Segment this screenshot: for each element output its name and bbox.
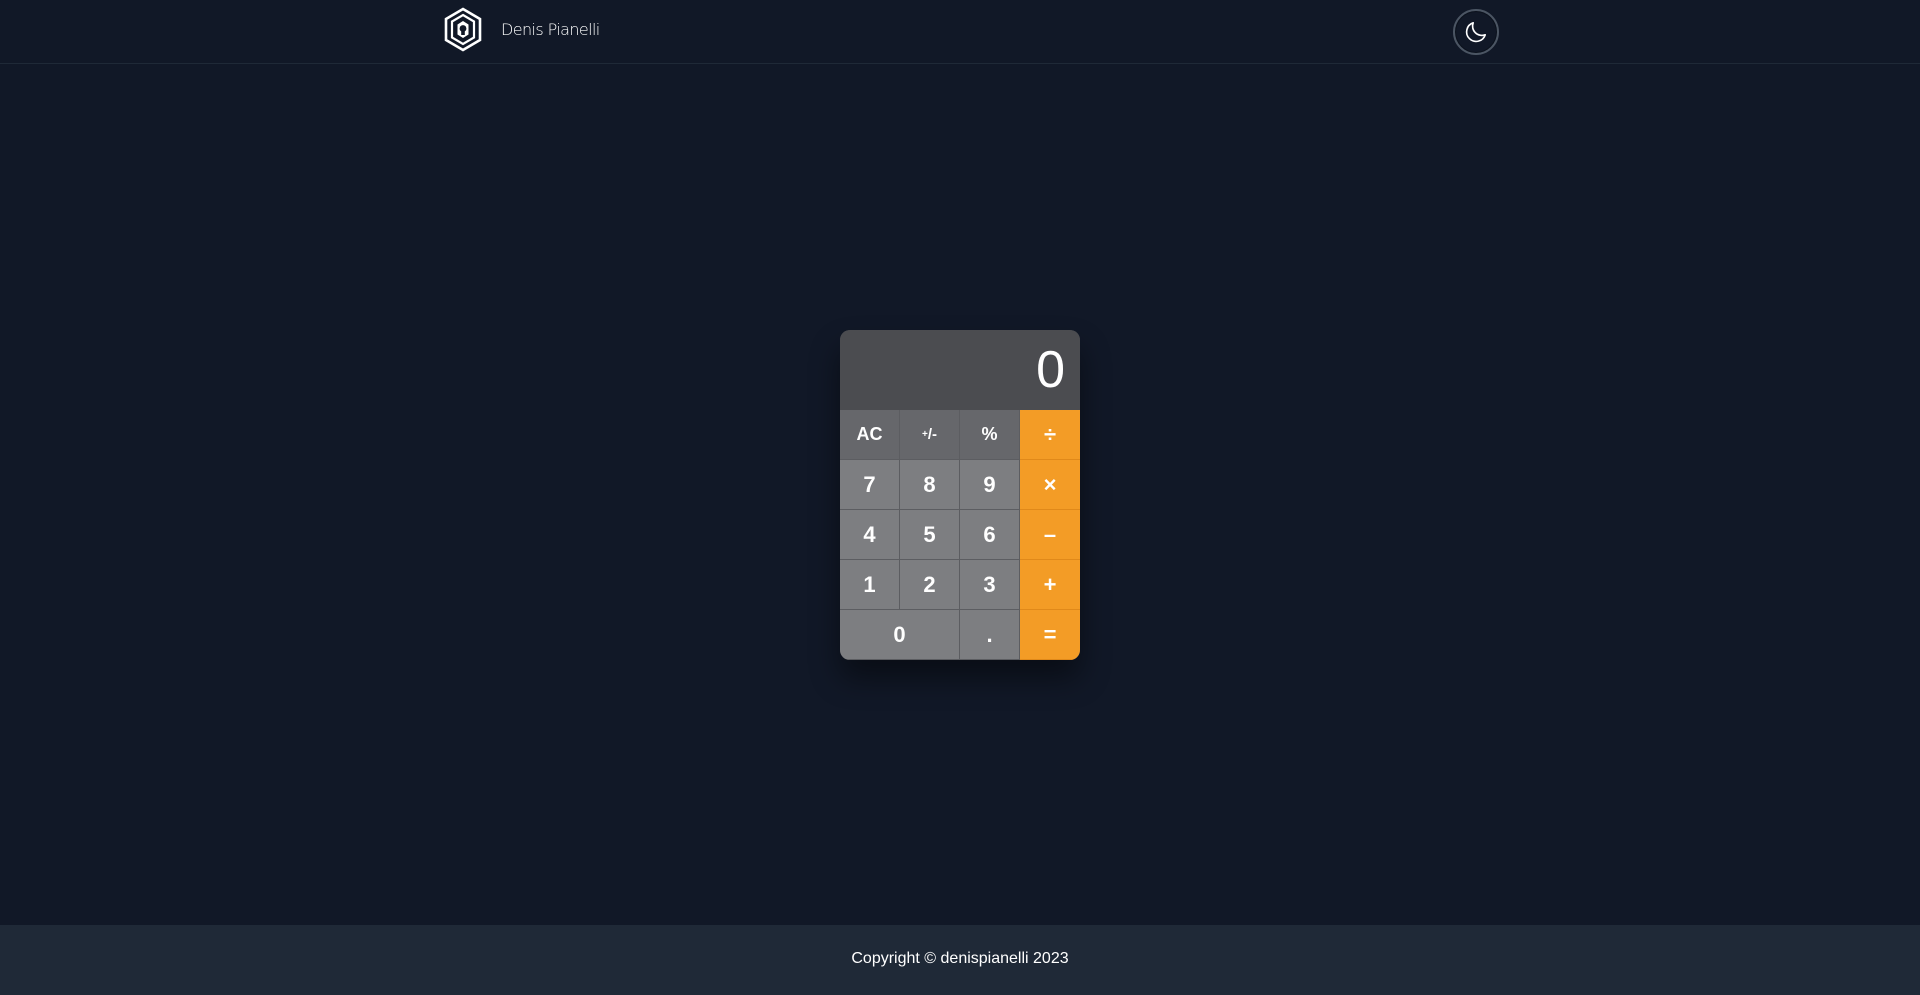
multiply-button[interactable]: × — [1020, 460, 1080, 510]
digit-8-button[interactable]: 8 — [900, 460, 960, 510]
digit-0-button[interactable]: 0 — [840, 610, 960, 660]
digit-3-button[interactable]: 3 — [960, 560, 1020, 610]
digit-2-button[interactable]: 2 — [900, 560, 960, 610]
hexagon-logo-icon — [444, 7, 482, 52]
display-value: 0 — [1036, 341, 1065, 399]
keypad: AC +/- % ÷ 7 8 9 × 4 5 6 – 1 2 3 + 0 . = — [840, 410, 1080, 660]
copyright-text: Copyright © denispianelli 2023 — [851, 950, 1069, 967]
digit-7-button[interactable]: 7 — [840, 460, 900, 510]
footer: Copyright © denispianelli 2023 — [0, 925, 1920, 995]
brand-name: Denis Pianelli — [501, 20, 600, 39]
moon-icon — [1465, 21, 1487, 43]
decimal-button[interactable]: . — [960, 610, 1020, 660]
equals-button[interactable]: = — [1020, 610, 1080, 660]
brand-link[interactable]: Denis Pianelli — [443, 7, 600, 52]
theme-toggle-button[interactable] — [1453, 9, 1499, 55]
percent-button[interactable]: % — [960, 410, 1020, 460]
toggle-sign-button[interactable]: +/- — [900, 410, 960, 460]
divide-button[interactable]: ÷ — [1020, 410, 1080, 460]
add-button[interactable]: + — [1020, 560, 1080, 610]
top-navbar: Denis Pianelli — [0, 0, 1920, 64]
digit-6-button[interactable]: 6 — [960, 510, 1020, 560]
digit-1-button[interactable]: 1 — [840, 560, 900, 610]
subtract-button[interactable]: – — [1020, 510, 1080, 560]
calculator-display: 0 — [840, 330, 1080, 410]
clear-button[interactable]: AC — [840, 410, 900, 460]
digit-5-button[interactable]: 5 — [900, 510, 960, 560]
calculator: 0 AC +/- % ÷ 7 8 9 × 4 5 6 – 1 2 3 + 0 .… — [840, 330, 1080, 660]
sign-minus-glyph: /- — [927, 426, 937, 443]
digit-9-button[interactable]: 9 — [960, 460, 1020, 510]
digit-4-button[interactable]: 4 — [840, 510, 900, 560]
